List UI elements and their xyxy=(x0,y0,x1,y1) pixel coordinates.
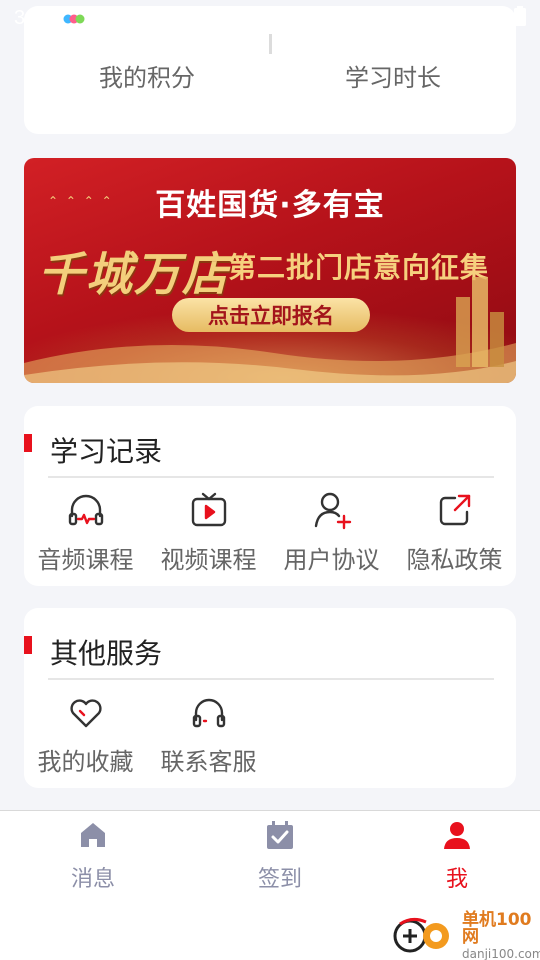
audio-course-label: 音频课程 xyxy=(37,546,134,574)
signal-icon xyxy=(488,7,506,29)
site-watermark: 单机100网 danji100.com xyxy=(392,912,540,960)
nav-label-messages: 消息 xyxy=(70,867,115,892)
share-out-icon xyxy=(435,490,475,530)
nav-label-checkin: 签到 xyxy=(257,867,302,892)
battery-icon xyxy=(514,6,526,30)
banner-brush-text: 千城万店 xyxy=(38,247,230,301)
app-notification-icon xyxy=(63,11,85,25)
section-title: 学习记录 xyxy=(50,435,163,468)
user-agreement-button[interactable]: 用户协议 xyxy=(270,490,393,575)
study-time-label: 学习时长 xyxy=(345,64,441,92)
nav-tab-checkin[interactable]: 签到 xyxy=(190,811,370,893)
section-marker xyxy=(24,636,32,654)
section-divider xyxy=(48,476,494,478)
watermark-url: danji100.com xyxy=(462,947,540,960)
other-services-card: 其他服务 我的收藏 联系客服 xyxy=(24,608,516,788)
status-bar: 3:48 xyxy=(0,0,540,36)
user-icon xyxy=(441,819,473,851)
nav-tab-me[interactable]: 我 xyxy=(367,811,540,893)
register-now-button[interactable]: 点击立即报名 xyxy=(172,298,370,332)
my-favorites-label: 我的收藏 xyxy=(37,748,134,776)
privacy-policy-button[interactable]: 隐私政策 xyxy=(393,490,516,575)
user-agreement-label: 用户协议 xyxy=(283,546,380,574)
watermark-title: 单机100网 xyxy=(462,910,532,947)
watermark-logo-icon xyxy=(392,914,456,958)
audio-course-button[interactable]: 音频课程 xyxy=(24,490,147,575)
banner-subtitle: 第二批门店意向征集 xyxy=(228,251,490,284)
points-stat[interactable]: 我的积分 xyxy=(24,58,270,93)
study-time-stat[interactable]: 学习时长 xyxy=(270,58,516,93)
contact-support-label: 联系客服 xyxy=(160,748,257,776)
skyline-icon xyxy=(456,277,504,367)
banner-title: 百姓国货·多有宝 xyxy=(155,188,385,223)
stats-divider xyxy=(269,34,272,54)
wifi-icon xyxy=(458,7,480,29)
points-label: 我的积分 xyxy=(99,64,195,92)
nav-tab-messages[interactable]: 消息 xyxy=(3,811,183,893)
home-icon xyxy=(77,819,109,851)
nav-label-me: 我 xyxy=(445,867,468,892)
privacy-policy-label: 隐私政策 xyxy=(406,546,503,574)
promo-banner[interactable]: ⌃ ⌃ ⌃ ⌃ 百姓国货·多有宝 千城万店 第二批门店意向征集 点击立即报名 xyxy=(24,158,516,383)
banner-wave-decoration xyxy=(24,343,516,383)
user-add-icon xyxy=(312,490,352,530)
section-title: 其他服务 xyxy=(50,637,163,670)
calendar-check-icon xyxy=(264,819,296,851)
heart-icon xyxy=(66,692,106,732)
headphones-heartbeat-icon xyxy=(66,490,106,530)
learning-records-card: 学习记录 音频课程 视频课程 用户协议 隐私政策 xyxy=(24,406,516,586)
tv-play-icon xyxy=(189,490,229,530)
contact-support-button[interactable]: 联系客服 xyxy=(147,692,270,777)
headset-icon xyxy=(189,692,229,732)
section-divider xyxy=(48,678,494,680)
my-favorites-button[interactable]: 我的收藏 xyxy=(24,692,147,777)
status-time: 3:48 xyxy=(14,6,53,29)
section-marker xyxy=(24,434,32,452)
video-course-button[interactable]: 视频课程 xyxy=(147,490,270,575)
video-course-label: 视频课程 xyxy=(160,546,257,574)
